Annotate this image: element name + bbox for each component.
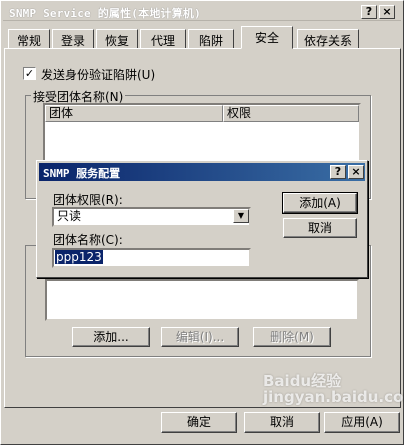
dialog-close-button[interactable]: × <box>348 165 364 179</box>
cancel-button[interactable]: 取消 <box>244 412 320 433</box>
rights-value: 只读 <box>57 209 82 223</box>
tab-recovery[interactable]: 恢复 <box>96 29 138 48</box>
tab-security[interactable]: 安全 <box>241 26 293 49</box>
community-name-input[interactable]: ppp123 <box>52 248 251 268</box>
dialog-cancel-button[interactable]: 取消 <box>283 218 357 238</box>
rights-dropdown[interactable]: 只读 ▼ <box>52 207 251 227</box>
send-auth-trap-label: 发送身份验证陷阱(U) <box>41 68 156 82</box>
close-button[interactable]: × <box>379 5 395 19</box>
snmp-config-dialog: SNMP 服务配置 ? × 团体权限(R): 只读 ▼ 团体名称(C): ppp… <box>36 160 368 278</box>
tab-general[interactable]: 常规 <box>8 29 50 48</box>
edit-community-button[interactable]: 编辑(I)... <box>161 327 239 347</box>
remove-community-button[interactable]: 删除(M) <box>253 327 331 347</box>
apply-button[interactable]: 应用(A) <box>324 412 400 433</box>
tab-agent[interactable]: 代理 <box>140 29 186 48</box>
column-community[interactable]: 团体 <box>45 105 223 122</box>
chevron-down-icon[interactable]: ▼ <box>233 209 249 223</box>
help-button[interactable]: ? <box>361 5 377 19</box>
window-titlebar[interactable]: SNMP Service 的属性(本地计算机) ? × <box>3 3 401 21</box>
community-name-value: ppp123 <box>55 250 103 264</box>
ok-button[interactable]: 确定 <box>161 412 237 433</box>
tab-logon[interactable]: 登录 <box>52 29 94 48</box>
dialog-title: SNMP 服务配置 <box>43 167 121 180</box>
name-label: 团体名称(C): <box>53 233 123 247</box>
window-title: SNMP Service 的属性(本地计算机) <box>9 7 201 20</box>
hosts-list[interactable] <box>45 279 359 321</box>
tab-dependencies[interactable]: 依存关系 <box>297 29 359 48</box>
tab-traps[interactable]: 陷阱 <box>188 29 234 48</box>
baidu-watermark: Baidu经验 jingyan.baidu.com <box>263 372 404 406</box>
rights-label: 团体权限(R): <box>53 193 123 207</box>
dialog-add-button[interactable]: 添加(A) <box>282 192 358 214</box>
add-community-button[interactable]: 添加... <box>72 327 150 347</box>
dialog-help-button[interactable]: ? <box>330 165 346 179</box>
send-auth-trap-checkbox[interactable]: ✓ <box>23 67 36 80</box>
dialog-titlebar[interactable]: SNMP 服务配置 ? × <box>39 163 365 181</box>
column-rights[interactable]: 权限 <box>223 105 359 122</box>
